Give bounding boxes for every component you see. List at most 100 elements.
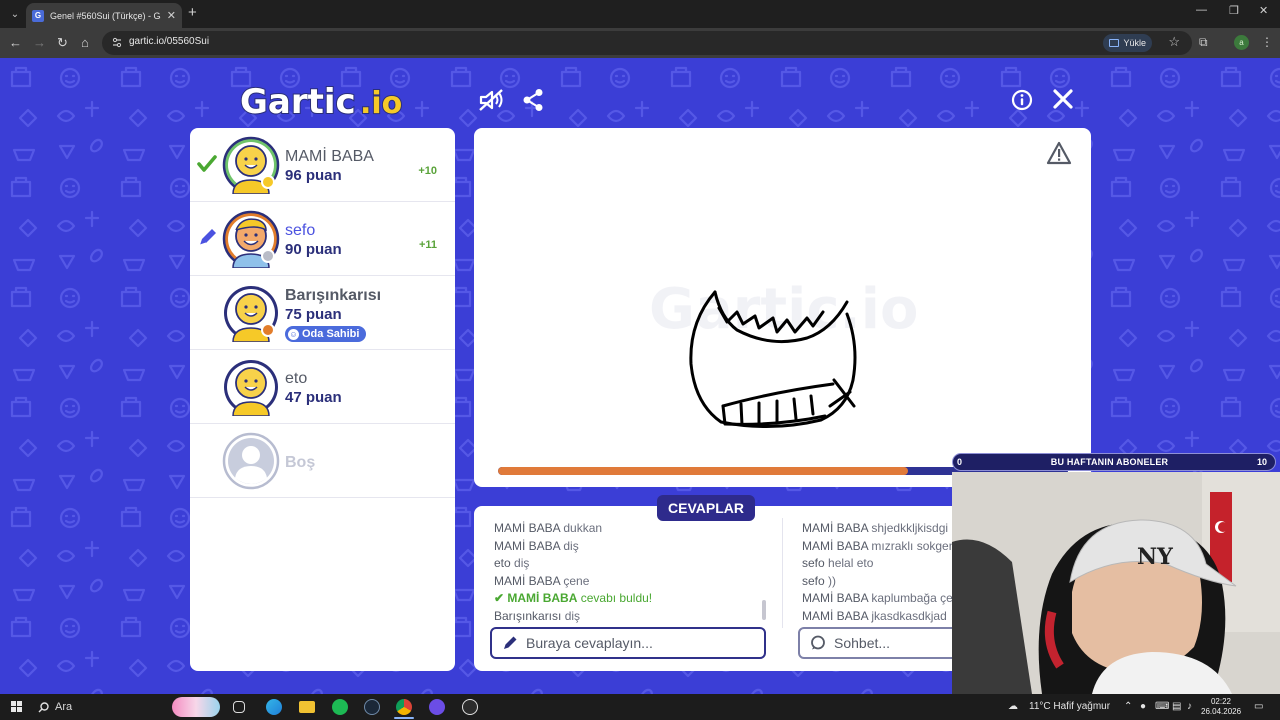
back-icon[interactable]: ← xyxy=(9,34,22,52)
check-icon xyxy=(197,155,217,172)
player-row[interactable]: eto 47 puan xyxy=(190,350,455,424)
tab-search-icon[interactable]: ⌄ xyxy=(6,5,24,23)
message-item: eto diş xyxy=(494,555,774,573)
windows-start-icon[interactable] xyxy=(11,701,22,712)
svg-text:NY: NY xyxy=(1137,544,1173,570)
tray-overflow-icon[interactable]: ⌃ xyxy=(1124,701,1132,712)
edge-icon[interactable] xyxy=(266,699,282,715)
sub-goal-end: 10 xyxy=(1256,457,1267,467)
install-icon xyxy=(1109,39,1120,47)
player-name: MAMİ BABA xyxy=(285,148,374,165)
share-icon[interactable] xyxy=(522,88,544,112)
spotify-icon[interactable] xyxy=(332,699,348,715)
message-text: diş xyxy=(514,556,530,570)
report-warning-icon[interactable] xyxy=(1046,141,1072,165)
bookmark-star-icon[interactable]: ☆ xyxy=(1168,34,1180,50)
message-author: MAMİ BABA xyxy=(802,538,869,553)
site-info-icon[interactable] xyxy=(112,37,122,49)
player-row[interactable]: Barışınkarısı 75 puan ☺ Oda Sahibi xyxy=(190,276,455,350)
obs-icon[interactable] xyxy=(462,699,478,715)
info-icon[interactable] xyxy=(1011,89,1033,111)
widgets-icon[interactable] xyxy=(172,697,220,717)
file-explorer-icon[interactable] xyxy=(299,701,315,713)
message-author: MAMİ BABA xyxy=(802,591,869,605)
message-text: mızraklı sokgen xyxy=(871,538,956,553)
empty-slot-label: Boş xyxy=(285,454,316,471)
profile-avatar[interactable]: a xyxy=(1234,35,1249,50)
message-text: shjedkkljkisdgi xyxy=(871,521,949,535)
drawing-canvas[interactable]: Gartic.io xyxy=(474,128,1091,487)
player-drawing: Gartic.io xyxy=(649,277,918,429)
pencil-icon xyxy=(504,636,517,649)
answers-title: CEVAPLAR xyxy=(657,495,755,521)
browser-menu-icon[interactable]: ⋮ xyxy=(1261,35,1273,49)
reload-icon[interactable]: ↻ xyxy=(57,34,68,52)
sub-goal-start: 0 xyxy=(957,457,963,467)
message-item: Barışınkarısı diş xyxy=(494,608,774,626)
correct-check-icon: ✔ xyxy=(494,591,508,605)
steam-icon[interactable] xyxy=(364,699,380,715)
message-author: MAMİ BABA xyxy=(494,573,561,588)
browser-tab-gartic[interactable]: G Genel #560Sui (Türkçe) - Gartic ✕ xyxy=(26,3,182,28)
message-author: Barışınkarısı xyxy=(494,608,562,623)
url-text[interactable]: gartic.io/05560Sui xyxy=(129,36,209,47)
message-text: )) xyxy=(828,573,837,588)
answers-list: MAMİ BABA dukkan MAMİ BABA diş eto diş MAMİ… xyxy=(494,520,774,630)
webcam-image: NY xyxy=(952,472,1280,694)
player-status-dot xyxy=(261,249,275,263)
forward-icon[interactable]: → xyxy=(33,34,46,52)
install-app-button[interactable]: Yükle xyxy=(1103,34,1152,52)
volume-icon[interactable]: ♪ xyxy=(1187,701,1192,712)
chrome-active-indicator xyxy=(394,717,414,719)
player-score: 75 puan xyxy=(285,306,342,323)
answer-input-placeholder: Buraya cevaplayın... xyxy=(526,635,653,651)
taskbar-clock[interactable]: 02:22 26.04.2026 xyxy=(1201,697,1241,717)
answer-input[interactable]: Buraya cevaplayın... xyxy=(490,627,766,659)
minimize-icon[interactable]: — xyxy=(1196,4,1207,16)
tab-title: Genel #560Sui (Türkçe) - Gartic xyxy=(50,10,161,21)
extensions-icon[interactable]: ⧉ xyxy=(1199,35,1208,50)
browser-tabbar: ⌄ G Genel #560Sui (Türkçe) - Gartic ✕ + … xyxy=(0,0,1280,28)
message-author: MAMİ BABA xyxy=(494,538,561,553)
tab-close-icon[interactable]: ✕ xyxy=(167,9,176,22)
player-score: 96 puan xyxy=(285,167,342,184)
message-author: MAMİ BABA xyxy=(507,591,578,605)
player-avatar xyxy=(224,360,278,416)
empty-avatar-icon xyxy=(222,432,280,490)
message-text: çene xyxy=(563,573,590,588)
pencil-icon xyxy=(199,229,216,246)
column-divider xyxy=(782,518,783,628)
smile-icon: ☺ xyxy=(288,328,299,340)
weather-text[interactable]: 11°C Hafif yağmur xyxy=(1029,701,1110,712)
message-author: sefo xyxy=(802,573,825,588)
discord-icon[interactable] xyxy=(429,699,445,715)
player-score: 47 puan xyxy=(285,389,342,406)
microphone-icon[interactable]: ● xyxy=(1140,701,1146,712)
player-name: sefo xyxy=(285,222,316,239)
new-tab-icon[interactable]: + xyxy=(188,5,197,21)
language-icon[interactable]: ⌨ xyxy=(1155,701,1169,712)
chrome-icon[interactable] xyxy=(396,699,412,715)
svg-text:.io: .io xyxy=(360,86,402,120)
weather-icon[interactable]: ☁ xyxy=(1008,701,1018,712)
player-row[interactable]: sefo 90 puan +11 xyxy=(190,202,455,276)
gartic-logo[interactable]: Gartic .io xyxy=(238,80,410,120)
player-row[interactable]: MAMİ BABA 96 puan +10 xyxy=(190,128,455,202)
restore-icon[interactable]: ❐ xyxy=(1229,4,1239,17)
message-text: cevabı buldu! xyxy=(580,591,653,605)
task-view-icon[interactable] xyxy=(233,701,245,713)
home-icon[interactable]: ⌂ xyxy=(81,34,89,52)
network-icon[interactable]: ▤ xyxy=(1172,701,1181,712)
taskbar-search[interactable]: Ara xyxy=(38,699,72,715)
empty-player-slot[interactable]: Boş xyxy=(190,424,455,498)
window-close-icon[interactable]: ✕ xyxy=(1259,4,1268,17)
player-score-gain: +11 xyxy=(418,239,437,251)
close-room-icon[interactable] xyxy=(1052,88,1074,110)
address-bar[interactable]: gartic.io/05560Sui Yükle ☆ xyxy=(102,31,1192,55)
message-item: MAMİ BABA diş xyxy=(494,538,774,556)
notifications-icon[interactable]: ▭ xyxy=(1254,701,1263,712)
player-status-dot xyxy=(261,323,275,337)
mute-sound-icon[interactable] xyxy=(478,88,504,112)
clock-date: 26.04.2026 xyxy=(1201,707,1242,716)
answers-scrollbar[interactable] xyxy=(762,600,766,620)
